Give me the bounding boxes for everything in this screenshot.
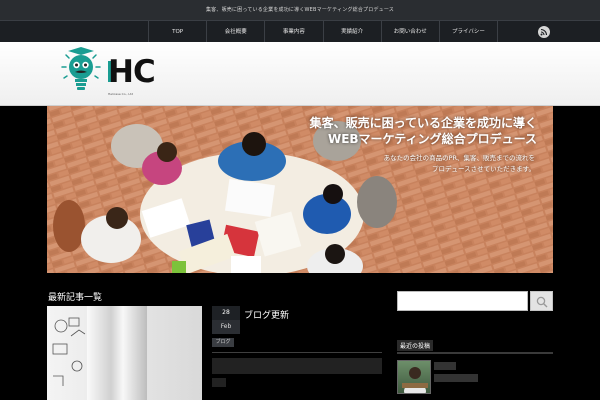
- nav-item-privacy[interactable]: プライバシー: [438, 21, 499, 43]
- nav-item-top[interactable]: TOP: [148, 21, 206, 43]
- sidebar-post-meta: [434, 374, 478, 382]
- hero-headline-line2: WEBマーケティング総合プロデュース: [327, 132, 537, 146]
- logo-text: HC: [108, 54, 156, 90]
- post-date-day: 28: [212, 306, 240, 320]
- section-title-latest: 最新記事一覧: [48, 293, 103, 303]
- hero-subtext-line1: あなたの会社の商品のPR、集客、販売までの流れを: [383, 154, 535, 162]
- search-input[interactable]: [397, 291, 528, 311]
- logo-subtitle: Helicase Co., Ltd: [108, 92, 134, 96]
- hero-headline-line1: 集客、販売に困っている企業を成功に導く: [309, 116, 537, 130]
- sidebar-post-title[interactable]: [434, 362, 456, 370]
- search-icon: [536, 296, 548, 308]
- post-excerpt: [212, 358, 382, 374]
- post-excerpt-tail: [212, 378, 226, 387]
- post-title-link[interactable]: ブログ更新: [244, 308, 289, 321]
- search-button[interactable]: [530, 291, 553, 311]
- nav-item-company[interactable]: 会社概要: [206, 21, 264, 43]
- sidebar-divider: [397, 352, 553, 354]
- post-thumbnail[interactable]: [47, 306, 202, 400]
- main-navigation: TOP 会社概要 事業内容 実績紹介 お問い合わせ プライバシー: [0, 20, 600, 43]
- person-photo: [402, 367, 428, 393]
- nav-item-contact[interactable]: お問い合わせ: [380, 21, 439, 43]
- sidebar-heading: 最近の投稿: [397, 340, 434, 351]
- rss-icon[interactable]: [538, 26, 550, 38]
- hero-banner[interactable]: 集客、販売に困っている企業を成功に導く WEBマーケティング総合プロデュース あ…: [47, 106, 553, 273]
- site-header: HC Helicase Co., Ltd: [0, 42, 600, 106]
- post-category-badge[interactable]: ブログ: [212, 338, 234, 347]
- hero-subtext-line2: プロデュースさせていただきます。: [431, 165, 535, 173]
- post-date-month: Feb: [220, 323, 232, 330]
- site-logo[interactable]: HC Helicase Co., Ltd: [58, 47, 173, 97]
- lightbulb-mascot-icon: [61, 47, 101, 90]
- curtain-image: [87, 306, 147, 400]
- top-announcement-bar: 集客、販売に困っている企業を成功に導くWEBマーケティング総合プロデュース: [0, 0, 600, 20]
- post-divider: [212, 352, 382, 353]
- sidebar-post-thumbnail[interactable]: [397, 360, 431, 394]
- nav-item-works[interactable]: 実績紹介: [322, 21, 381, 43]
- nav-item-services[interactable]: 事業内容: [264, 21, 322, 43]
- post-date-badge: 28 Feb: [212, 306, 240, 334]
